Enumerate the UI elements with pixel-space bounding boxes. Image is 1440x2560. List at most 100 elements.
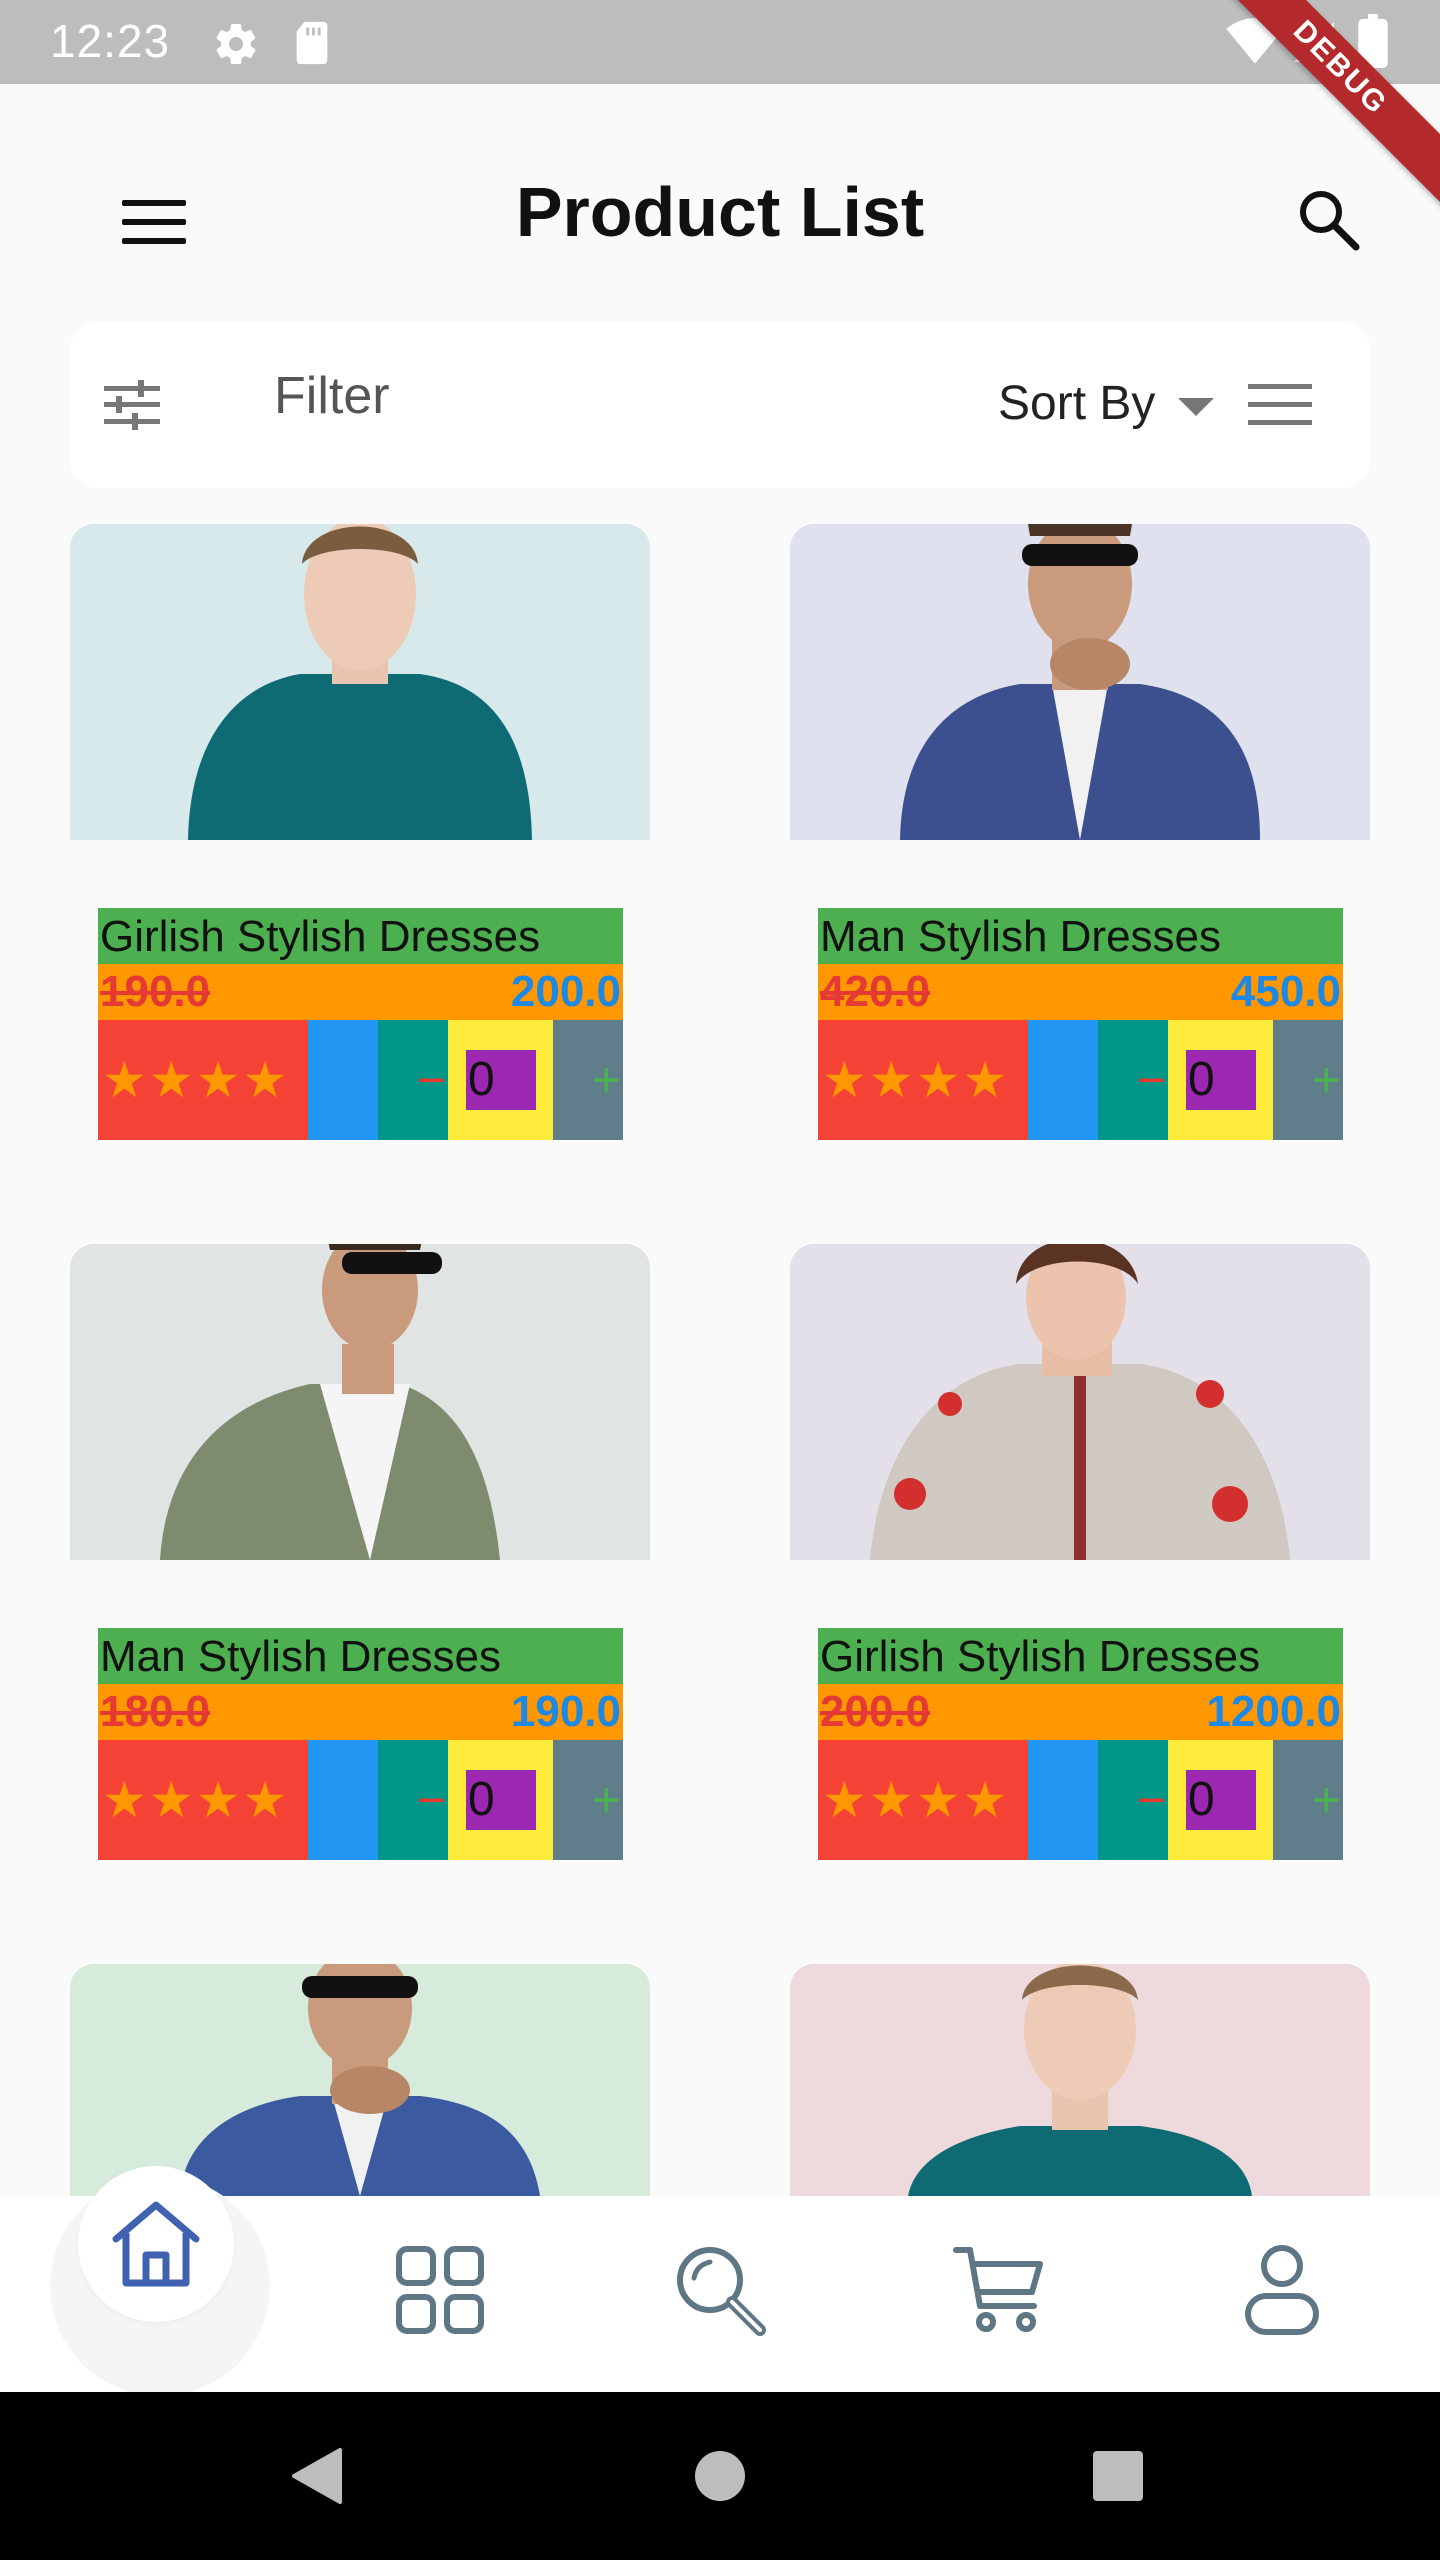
dropdown-caret-icon[interactable] <box>1178 398 1214 416</box>
nav-explore-button[interactable] <box>660 2230 780 2350</box>
quantity-value: 0 <box>466 1770 536 1830</box>
increase-quantity-button[interactable]: + <box>553 1740 623 1860</box>
tune-icon[interactable] <box>104 380 160 430</box>
quantity-value: 0 <box>1186 1770 1256 1830</box>
star-icon: ★ <box>102 1772 147 1828</box>
search-button[interactable] <box>1280 164 1376 274</box>
decrease-quantity-button[interactable]: − <box>1098 1740 1168 1860</box>
new-price: 190.0 <box>510 1687 621 1736</box>
cart-icon <box>953 2247 1043 2332</box>
star-icon: ★ <box>962 1052 1008 1108</box>
system-recents-button[interactable] <box>1078 2436 1158 2516</box>
back-icon <box>292 2448 342 2504</box>
nav-home-button[interactable] <box>96 2184 216 2304</box>
action-row: ★ ★ ★ ★ − 0 + <box>818 1740 1343 1860</box>
old-price: 420.0 <box>820 967 931 1016</box>
man-model-image <box>180 1964 540 2196</box>
nav-profile-button[interactable] <box>1222 2230 1342 2350</box>
product-name: Man Stylish Dresses <box>818 908 1343 964</box>
product-image[interactable] <box>790 1964 1370 2196</box>
star-icon: ★ <box>148 1772 194 1828</box>
increase-quantity-button[interactable]: + <box>553 1020 623 1140</box>
sort-by-dropdown[interactable]: Sort By <box>998 376 1155 431</box>
spacer-segment <box>1028 1740 1098 1860</box>
sd-card-icon <box>296 21 328 65</box>
old-price: 190.0 <box>100 967 211 1016</box>
product-image[interactable] <box>790 524 1370 840</box>
decrease-quantity-button[interactable]: − <box>1098 1020 1168 1140</box>
price-row: 190.0 200.0 <box>98 964 623 1020</box>
rating-stars: ★ ★ ★ ★ <box>98 1020 308 1140</box>
old-price: 200.0 <box>820 1687 931 1736</box>
categories-icon <box>396 2246 484 2334</box>
app-bar: Product List <box>0 84 1440 324</box>
product-name: Girlish Stylish Dresses <box>818 1628 1343 1684</box>
star-icon: ★ <box>102 1052 147 1108</box>
price-row: 180.0 190.0 <box>98 1684 623 1740</box>
star-icon: ★ <box>962 1772 1008 1828</box>
bottom-navigation <box>0 2166 1440 2396</box>
product-image[interactable] <box>70 1244 650 1560</box>
search-icon <box>1300 191 1360 251</box>
man-model-image <box>160 1244 500 1560</box>
quantity-field: 0 <box>448 1020 553 1140</box>
explore-icon <box>677 2247 766 2336</box>
action-row: ★ ★ ★ ★ − 0 + <box>98 1020 623 1140</box>
product-image[interactable] <box>70 524 650 840</box>
home-icon <box>112 2201 200 2287</box>
nav-cart-button[interactable] <box>940 2230 1060 2350</box>
system-back-button[interactable] <box>276 2436 356 2516</box>
rating-stars: ★ ★ ★ ★ <box>818 1020 1028 1140</box>
gear-icon <box>216 24 256 65</box>
star-icon: ★ <box>868 1772 914 1828</box>
rating-stars: ★ ★ ★ ★ <box>98 1740 308 1860</box>
woman-model-image <box>870 1244 1290 1560</box>
product-card[interactable]: Man Stylish Dresses 180.0 190.0 ★ ★ ★ ★ … <box>70 1244 650 1884</box>
product-card[interactable]: Girlish Stylish Dresses 200.0 1200.0 ★ ★… <box>790 1244 1370 1884</box>
product-card[interactable] <box>790 1964 1370 2196</box>
nav-categories-button[interactable] <box>380 2230 500 2350</box>
quantity-value: 0 <box>1186 1050 1256 1110</box>
product-name: Man Stylish Dresses <box>98 1628 623 1684</box>
woman-model-image <box>908 1964 1252 2196</box>
spacer-segment <box>308 1740 378 1860</box>
quantity-field: 0 <box>1168 1740 1273 1860</box>
product-info: Girlish Stylish Dresses 190.0 200.0 ★ ★ … <box>98 908 623 1140</box>
status-bar: 12:23 DEBUG <box>0 0 1440 213</box>
system-home-button[interactable] <box>680 2436 760 2516</box>
product-image[interactable] <box>790 1244 1370 1560</box>
decrease-quantity-button[interactable]: − <box>378 1020 448 1140</box>
spacer-segment <box>1028 1020 1098 1140</box>
action-row: ★ ★ ★ ★ − 0 + <box>818 1020 1343 1140</box>
product-card[interactable] <box>70 1964 650 2196</box>
decrease-quantity-button[interactable]: − <box>378 1740 448 1860</box>
price-row: 420.0 450.0 <box>818 964 1343 1020</box>
new-price: 200.0 <box>510 967 621 1016</box>
quantity-value: 0 <box>466 1050 536 1110</box>
increase-quantity-button[interactable]: + <box>1273 1740 1343 1860</box>
woman-model-image <box>188 524 532 840</box>
home-circle-icon <box>695 2451 745 2501</box>
price-row: 200.0 1200.0 <box>818 1684 1343 1740</box>
new-price: 450.0 <box>1230 967 1341 1016</box>
star-icon: ★ <box>915 1772 961 1828</box>
star-icon: ★ <box>915 1052 961 1108</box>
quantity-field: 0 <box>1168 1020 1273 1140</box>
rating-stars: ★ ★ ★ ★ <box>818 1740 1028 1860</box>
star-icon: ★ <box>242 1772 288 1828</box>
quantity-field: 0 <box>448 1740 553 1860</box>
star-icon: ★ <box>868 1052 914 1108</box>
man-model-image <box>900 524 1260 840</box>
product-card[interactable]: Man Stylish Dresses 420.0 450.0 ★ ★ ★ ★ … <box>790 524 1370 1164</box>
list-view-icon[interactable] <box>1248 382 1312 426</box>
action-row: ★ ★ ★ ★ − 0 + <box>98 1740 623 1860</box>
product-info: Man Stylish Dresses 420.0 450.0 ★ ★ ★ ★ … <box>818 908 1343 1140</box>
spacer-segment <box>308 1020 378 1140</box>
increase-quantity-button[interactable]: + <box>1273 1020 1343 1140</box>
product-card[interactable]: Girlish Stylish Dresses 190.0 200.0 ★ ★ … <box>70 524 650 1164</box>
page-title: Product List <box>515 173 925 251</box>
product-info: Man Stylish Dresses 180.0 190.0 ★ ★ ★ ★ … <box>98 1628 623 1860</box>
filter-bar: Filter Sort By <box>70 322 1370 488</box>
filter-label[interactable]: Filter <box>274 366 390 426</box>
product-image[interactable] <box>70 1964 650 2196</box>
